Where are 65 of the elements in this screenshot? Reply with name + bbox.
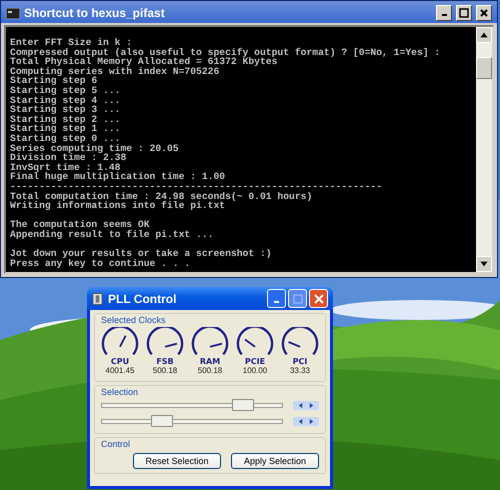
close-icon bbox=[479, 8, 489, 18]
console-line: Compressed output (also useful to specify output format) ? [0=No, 1=Yes] : bbox=[10, 48, 442, 58]
scroll-thumb[interactable] bbox=[476, 57, 492, 79]
clock-value: 33.33 bbox=[290, 366, 310, 375]
app-icon bbox=[92, 292, 103, 306]
left-arrow-icon bbox=[297, 402, 304, 408]
gauge-dial bbox=[101, 327, 139, 357]
clock-value: 500.18 bbox=[152, 366, 178, 375]
maximize-icon bbox=[292, 292, 304, 304]
slider-thumb[interactable] bbox=[232, 398, 254, 410]
console-line: Appending result to file pi.txt ... bbox=[10, 230, 214, 240]
maximize-icon bbox=[459, 8, 469, 18]
group-label: Selection bbox=[101, 387, 140, 397]
maximize-button[interactable] bbox=[456, 5, 472, 21]
clock-name: PCI bbox=[292, 357, 308, 366]
console-line: Starting step 3 ... bbox=[10, 105, 122, 115]
console-line: Computing series with index N=705226 bbox=[10, 66, 220, 76]
console-icon bbox=[6, 8, 20, 18]
console-line: Starting step 1 ... bbox=[10, 124, 122, 134]
minimize-icon bbox=[274, 301, 279, 303]
action-button[interactable]: Apply Selection bbox=[231, 453, 319, 469]
console-line: Final huge multiplication time : 1.00 bbox=[10, 172, 226, 182]
console-line: Starting step 4 ... bbox=[10, 96, 122, 106]
gauge-dial bbox=[281, 327, 319, 357]
right-arrow-icon bbox=[308, 402, 315, 408]
scrollbar[interactable] bbox=[476, 27, 492, 272]
clock-value: 500.18 bbox=[198, 366, 222, 375]
group-label: Control bbox=[101, 439, 132, 449]
gauge-dial bbox=[191, 327, 229, 357]
console-line: Enter FFT Size in k : bbox=[10, 38, 134, 48]
clock-name: FSB bbox=[156, 357, 174, 366]
spin-buttons[interactable] bbox=[293, 416, 319, 426]
left-arrow-icon bbox=[297, 418, 304, 424]
action-button[interactable]: Reset Selection bbox=[133, 453, 221, 469]
slider-thumb[interactable] bbox=[151, 414, 174, 426]
console-line: Total computation time : 24.98 seconds(~ 0.01 hours) bbox=[10, 192, 314, 202]
close-icon bbox=[312, 292, 324, 304]
console-line: The computation seems OK bbox=[10, 220, 151, 230]
console-line: Press any key to continue . . . bbox=[10, 258, 192, 268]
console-line: Starting step 5 ... bbox=[10, 86, 122, 96]
clock-name: PCIE bbox=[244, 357, 266, 366]
gauge-dial bbox=[146, 327, 184, 357]
console-line: Division time : 2.38 bbox=[10, 153, 128, 163]
close-button[interactable] bbox=[476, 5, 492, 21]
clock-value: 100.00 bbox=[242, 366, 268, 375]
console-line: Jot down your results or take a screenshot :) bbox=[10, 249, 273, 259]
console-line: Writing informations into file pi.txt bbox=[10, 201, 226, 211]
clock-name: CPU bbox=[110, 357, 130, 366]
console-line: Starting step 0 ... bbox=[10, 134, 122, 144]
console-line: Starting step 6 bbox=[10, 76, 98, 86]
console-line: Starting step 2 ... bbox=[10, 114, 122, 124]
clock-name: RAM bbox=[200, 357, 220, 366]
window-title: PLL Control bbox=[108, 292, 176, 306]
spin-buttons[interactable] bbox=[293, 400, 319, 410]
group-label: Selected Clocks bbox=[101, 315, 167, 325]
gauge-dial bbox=[236, 327, 274, 357]
console-line: ---------------------------------------------------------------- bbox=[10, 182, 384, 192]
console-line: Series computing time : 20.05 bbox=[10, 144, 180, 154]
clock-value: 4001.45 bbox=[106, 366, 134, 375]
console-line: Total Physical Memory Allocated = 61372 Kbytes bbox=[10, 57, 278, 67]
window-title: Shortcut to hexus_pifast bbox=[24, 6, 165, 20]
minimize-button[interactable] bbox=[436, 5, 452, 21]
minimize-icon bbox=[442, 14, 446, 16]
right-arrow-icon bbox=[308, 418, 315, 424]
console-line: InvSqrt time : 1.48 bbox=[10, 162, 120, 172]
